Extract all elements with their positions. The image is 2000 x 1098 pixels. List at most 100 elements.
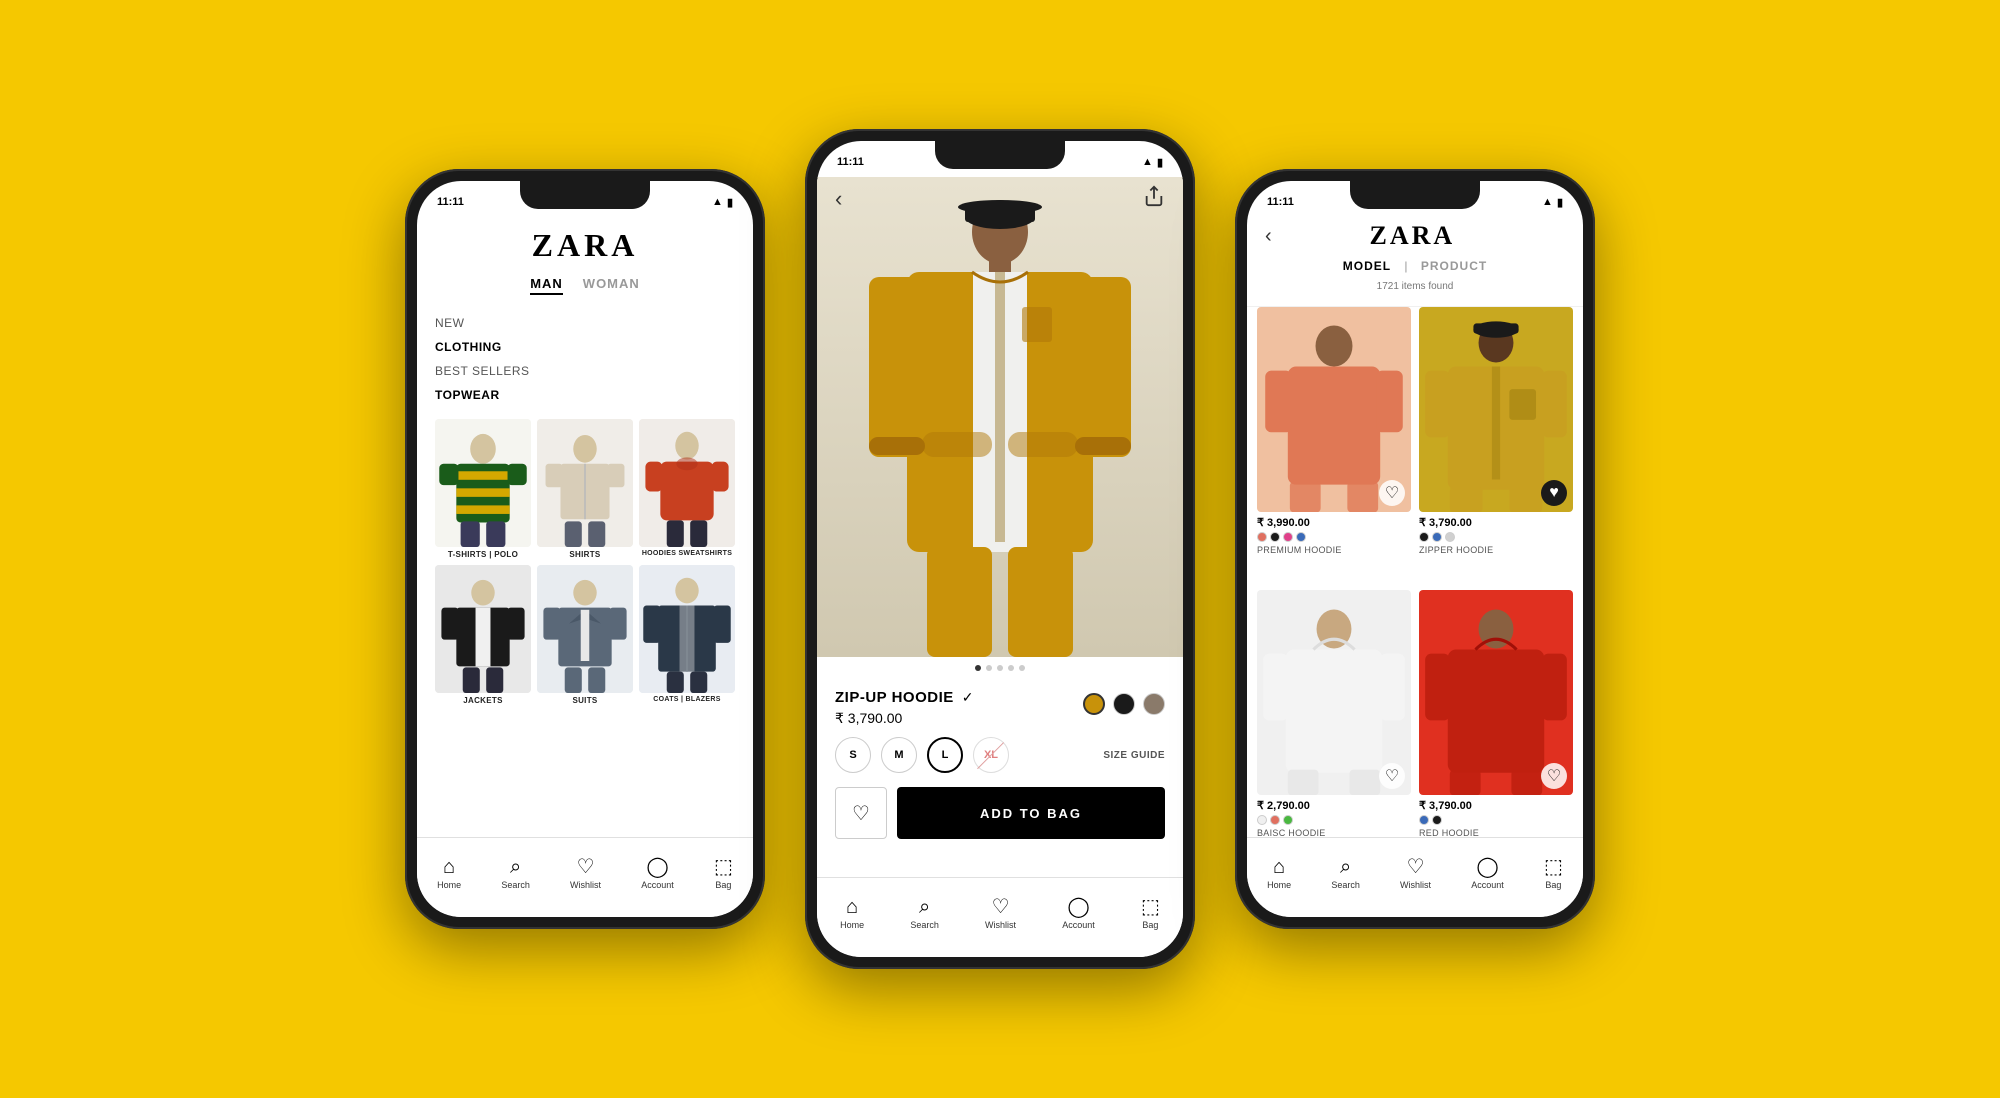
time-2: 11:11 bbox=[837, 156, 864, 168]
listing-colors-3 bbox=[1419, 815, 1573, 825]
nav-bag-3[interactable]: ⬚ Bag bbox=[1544, 857, 1563, 890]
tab-woman[interactable]: WOMAN bbox=[583, 276, 640, 295]
nav-bag-label-1: Bag bbox=[715, 880, 731, 890]
nav-search-3[interactable]: ⌕ Search bbox=[1331, 857, 1360, 890]
home-icon-1: ⌂ bbox=[443, 857, 455, 877]
shirts-label: SHIRTS bbox=[569, 550, 600, 559]
home-icon-3: ⌂ bbox=[1273, 857, 1285, 877]
nav-search-label-3: Search bbox=[1331, 880, 1360, 890]
bottomwear-item-0[interactable]: JACKETS bbox=[435, 565, 531, 705]
menu-new[interactable]: NEW bbox=[435, 311, 735, 335]
listing-name-1: ZIPPER HOODIE bbox=[1419, 545, 1573, 555]
view-tab-product[interactable]: PRODUCT bbox=[1411, 257, 1497, 275]
back-btn-2[interactable]: ‹ bbox=[835, 186, 842, 212]
size-s[interactable]: S bbox=[835, 737, 871, 773]
size-l[interactable]: L bbox=[927, 737, 963, 773]
color-dot-1-2 bbox=[1445, 532, 1455, 542]
add-to-bag-btn[interactable]: ADD TO BAG bbox=[897, 787, 1165, 839]
phone-1: 11:11 ▲ ▮ ZARA MAN WOMAN NEW CLOTHING bbox=[405, 169, 765, 929]
status-icons-3: ▲ ▮ bbox=[1542, 196, 1563, 209]
coats-label: COATS | BLAZERS bbox=[653, 696, 720, 703]
nav-search-label-2: Search bbox=[910, 920, 939, 930]
nav-wishlist-3[interactable]: ♡ Wishlist bbox=[1400, 857, 1431, 890]
listing-item-1[interactable]: ♥ ₹ 3,790.00 ZIPPER HOODIE bbox=[1419, 307, 1573, 582]
listing-item-3[interactable]: ♡ ₹ 3,790.00 RED HOODIE bbox=[1419, 590, 1573, 865]
swatch-taupe[interactable] bbox=[1143, 693, 1165, 715]
time-1: 11:11 bbox=[437, 196, 464, 208]
wifi-icon-3: ▲ bbox=[1542, 196, 1553, 208]
hoodies-label: HOODIES SWEATSHIRTS bbox=[642, 550, 732, 557]
view-tab-model[interactable]: MODEL bbox=[1333, 257, 1401, 275]
nav-account-1[interactable]: ◯ Account bbox=[641, 857, 674, 890]
product-name-row: ZIP-UP HOODIE ✓ bbox=[835, 689, 973, 706]
listing-colors-1 bbox=[1419, 532, 1573, 542]
listing-heart-2[interactable]: ♡ bbox=[1379, 763, 1405, 789]
menu-bestsellers[interactable]: BEST SELLERS bbox=[435, 359, 735, 383]
status-icons-1: ▲ ▮ bbox=[712, 196, 733, 209]
nav-search-1[interactable]: ⌕ Search bbox=[501, 857, 530, 890]
bottomwear-item-2[interactable]: COATS | BLAZERS bbox=[639, 565, 735, 705]
back-btn-3[interactable]: ‹ bbox=[1265, 225, 1272, 248]
detail-header: ‹ bbox=[817, 177, 1183, 221]
items-count: 1721 items found bbox=[1265, 279, 1565, 298]
nav-wishlist-label-1: Wishlist bbox=[570, 880, 601, 890]
account-icon-3: ◯ bbox=[1476, 857, 1498, 877]
tab-man[interactable]: MAN bbox=[530, 276, 563, 295]
battery-icon-1: ▮ bbox=[727, 196, 733, 209]
size-m[interactable]: M bbox=[881, 737, 917, 773]
topwear-item-1[interactable]: SHIRTS bbox=[537, 419, 633, 559]
share-btn[interactable] bbox=[1143, 185, 1165, 213]
nav-bag-1[interactable]: ⬚ Bag bbox=[714, 857, 733, 890]
nav-account-3[interactable]: ◯ Account bbox=[1471, 857, 1504, 890]
suits-label: SUITS bbox=[572, 696, 597, 705]
dot-0 bbox=[975, 665, 981, 671]
swatch-black[interactable] bbox=[1113, 693, 1135, 715]
search-icon-3: ⌕ bbox=[1340, 857, 1351, 877]
nav-account-2[interactable]: ◯ Account bbox=[1062, 897, 1095, 930]
swatch-gold[interactable] bbox=[1083, 693, 1105, 715]
nav-home-label-1: Home bbox=[437, 880, 461, 890]
color-dot-3-0 bbox=[1419, 815, 1429, 825]
menu-clothing[interactable]: CLOTHING bbox=[435, 335, 735, 359]
bottomwear-item-1[interactable]: SUITS bbox=[537, 565, 633, 705]
color-dot-3-1 bbox=[1432, 815, 1442, 825]
color-dot-0-3 bbox=[1296, 532, 1306, 542]
listing-heart-3[interactable]: ♡ bbox=[1541, 763, 1567, 789]
listing-item-0[interactable]: ♡ ₹ 3,990.00 PREMIUM HOODIE bbox=[1257, 307, 1411, 582]
nav-home-2[interactable]: ⌂ Home bbox=[840, 897, 864, 930]
account-icon-2: ◯ bbox=[1067, 897, 1089, 917]
nav-home-label-2: Home bbox=[840, 920, 864, 930]
nav-search-2[interactable]: ⌕ Search bbox=[910, 897, 939, 930]
size-xl[interactable]: XL bbox=[973, 737, 1009, 773]
menu-section-1: NEW CLOTHING BEST SELLERS TOPWEAR bbox=[435, 307, 735, 411]
tshirt-img bbox=[435, 419, 531, 547]
menu-topwear[interactable]: TOPWEAR bbox=[435, 383, 735, 407]
topwear-grid: T-SHIRTS | POLO bbox=[435, 419, 735, 559]
listing-item-2[interactable]: ♡ ₹ 2,790.00 BAISC HOODIE bbox=[1257, 590, 1411, 865]
gender-tabs-1: MAN WOMAN bbox=[435, 270, 735, 307]
add-row: ♡ ADD TO BAG bbox=[835, 787, 1165, 849]
topwear-item-0[interactable]: T-SHIRTS | POLO bbox=[435, 419, 531, 559]
view-tabs: MODEL | PRODUCT bbox=[1265, 251, 1565, 279]
color-dot-0-1 bbox=[1270, 532, 1280, 542]
back-title-row: ‹ ZARA bbox=[1265, 221, 1565, 251]
nav-wishlist-1[interactable]: ♡ Wishlist bbox=[570, 857, 601, 890]
nav-bag-2[interactable]: ⬚ Bag bbox=[1141, 897, 1160, 930]
wishlist-btn-2[interactable]: ♡ bbox=[835, 787, 887, 839]
nav-wishlist-2[interactable]: ♡ Wishlist bbox=[985, 897, 1016, 930]
product-name: ZIP-UP HOODIE bbox=[835, 689, 954, 706]
topwear-item-2[interactable]: HOODIES SWEATSHIRTS bbox=[639, 419, 735, 559]
nav-bag-label-2: Bag bbox=[1142, 920, 1158, 930]
suits-img bbox=[537, 565, 633, 693]
coats-img bbox=[639, 565, 735, 693]
nav-home-1[interactable]: ⌂ Home bbox=[437, 857, 461, 890]
nav-home-3[interactable]: ⌂ Home bbox=[1267, 857, 1291, 890]
size-row: S M L XL SIZE GUIDE bbox=[835, 737, 1165, 773]
size-guide[interactable]: SIZE GUIDE bbox=[1103, 750, 1165, 761]
heart-icon-3: ♡ bbox=[1407, 857, 1425, 877]
dot-2 bbox=[997, 665, 1003, 671]
bottomwear-grid: JACKETS bbox=[435, 565, 735, 705]
listing-grid: ♡ ₹ 3,990.00 PREMIUM HOODIE bbox=[1247, 307, 1583, 864]
color-dot-0-0 bbox=[1257, 532, 1267, 542]
product-price: ₹ 3,790.00 bbox=[835, 710, 973, 727]
